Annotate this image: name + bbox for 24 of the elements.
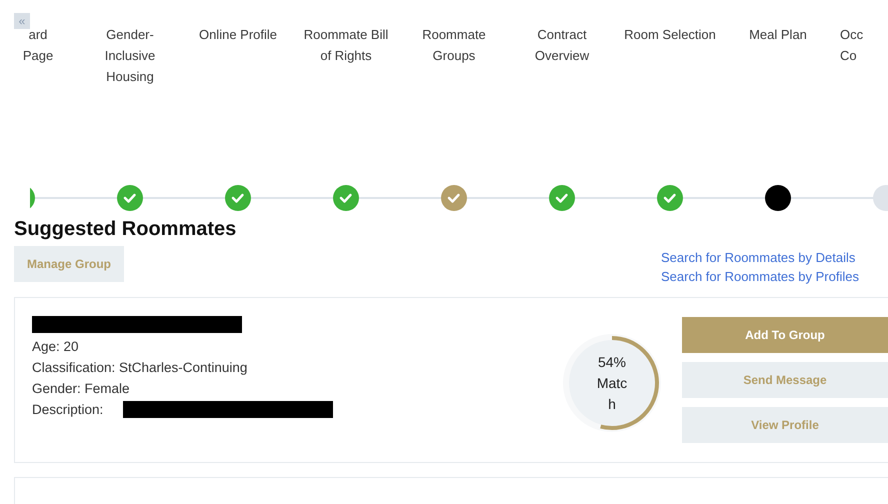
search-link[interactable]: Search for Roommates by Profiles <box>661 267 888 286</box>
step-tab[interactable]: Gender-Inclusive Housing <box>80 24 180 150</box>
detail-text: Classification: StCharles-Continuing <box>32 359 248 377</box>
detail-text: Description: <box>32 401 104 419</box>
match-percent: 54% Match <box>596 352 628 414</box>
detail-text: Gender: Female <box>32 380 131 398</box>
check-step-icon <box>225 185 251 211</box>
step-tab[interactable]: Room Selection <box>620 24 720 150</box>
check-step-icon <box>117 185 143 211</box>
check-step-icon <box>333 185 359 211</box>
search-link[interactable]: Search for Roommates by Details <box>661 248 888 267</box>
check-step-icon <box>549 185 575 211</box>
step-tab[interactable]: Roommate Groups <box>404 24 504 150</box>
step-tab[interactable]: Online Profile <box>194 24 282 150</box>
step-tab[interactable]: Contract Overview <box>512 24 612 150</box>
step-tab[interactable]: Roommate Bill of Rights <box>296 24 396 150</box>
step-tab[interactable]: Meal Plan <box>745 24 811 150</box>
section-heading: Suggested Roommates <box>13 217 238 241</box>
detail-text: Age: 20 <box>32 338 80 356</box>
check-step-icon <box>441 185 467 211</box>
step-dot-icon <box>765 185 791 211</box>
check-step-icon <box>30 185 35 211</box>
step-tab[interactable]: Occ Co <box>836 24 884 150</box>
check-step-icon <box>657 185 683 211</box>
